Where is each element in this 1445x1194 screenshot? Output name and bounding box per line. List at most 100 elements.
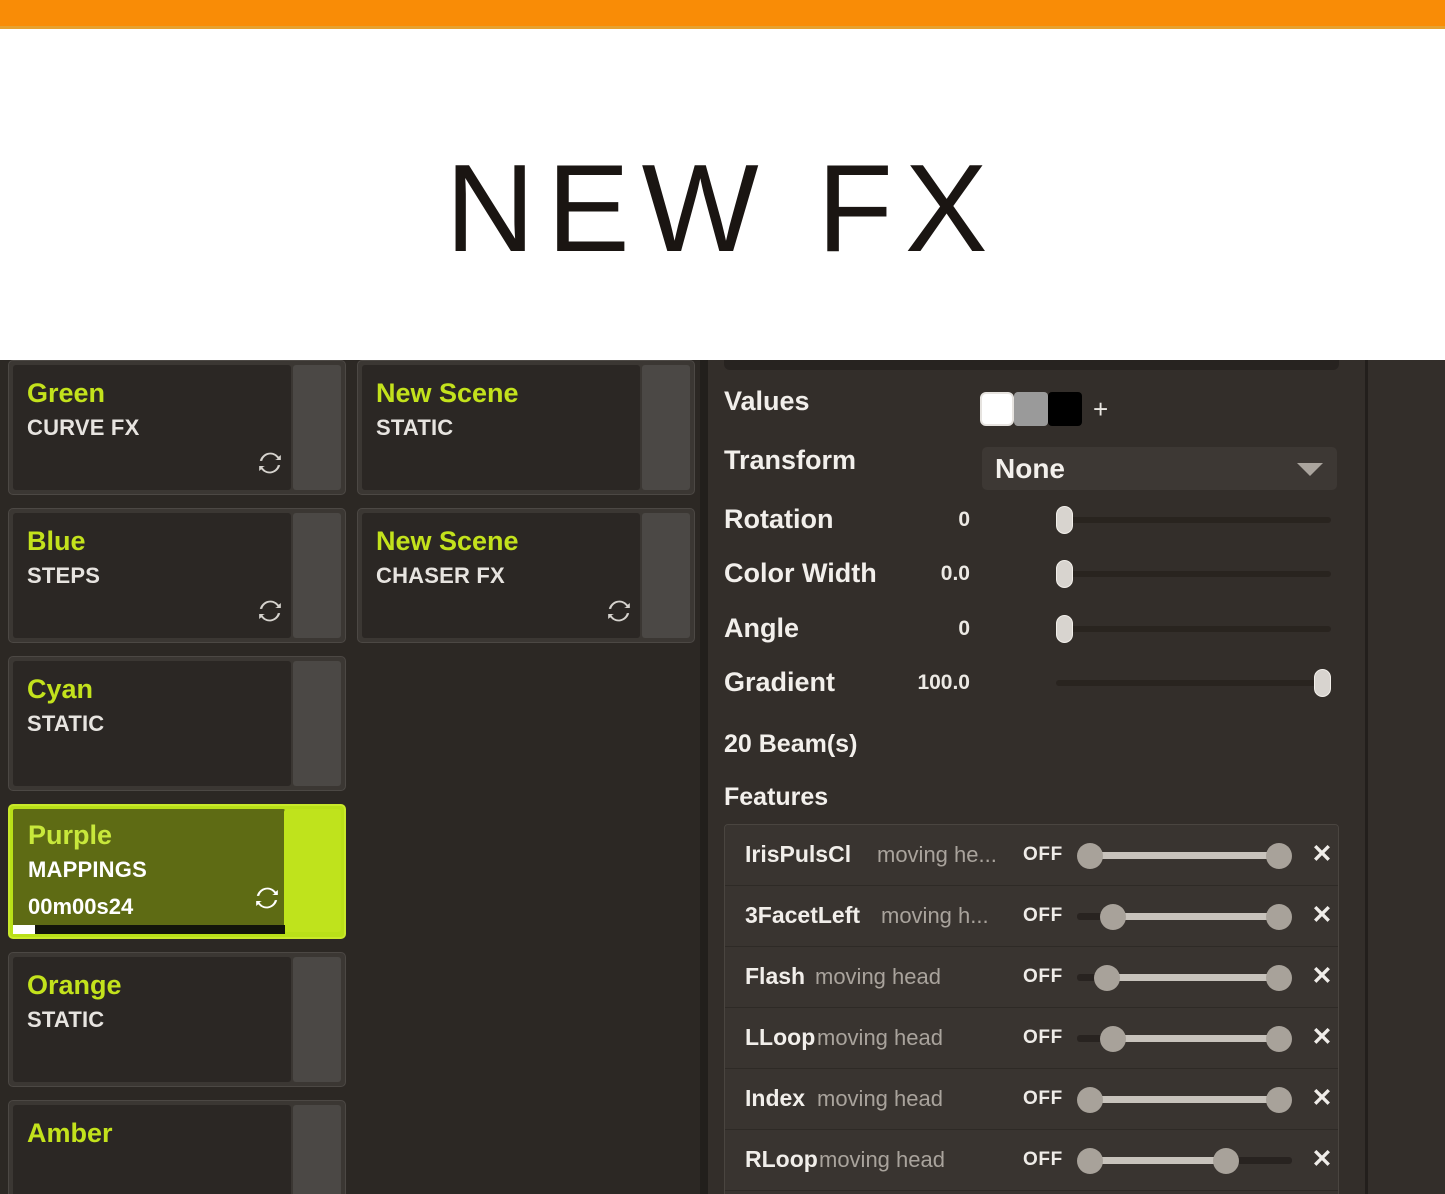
app-window: Green CURVE FX Blue STEPS Cyan STATIC Purple MA…	[0, 360, 1445, 1194]
scene-name: Green	[27, 378, 106, 408]
scene-card-strip[interactable]	[642, 513, 690, 638]
feature-state-badge[interactable]: OFF	[1023, 1088, 1063, 1110]
values-label: Values	[724, 386, 810, 416]
range-handle-min[interactable]	[1077, 843, 1103, 869]
close-icon[interactable]: ✕	[1309, 962, 1335, 990]
range-handle-min[interactable]	[1094, 965, 1120, 991]
feature-row[interactable]: Flash moving head OFF ✕	[725, 947, 1338, 1008]
feature-row[interactable]: RLoop moving head OFF ✕	[725, 1130, 1338, 1191]
value-swatch[interactable]	[1014, 392, 1048, 426]
add-value-button[interactable]: +	[1093, 396, 1108, 422]
range-handle-max[interactable]	[1266, 1087, 1292, 1113]
feature-range-slider[interactable]	[1077, 901, 1292, 931]
feature-name: LLoop	[745, 1024, 816, 1050]
scene-card-strip[interactable]	[284, 809, 341, 932]
slider-control[interactable]	[1056, 560, 1331, 588]
scene-card[interactable]: Blue STEPS	[8, 508, 346, 643]
slider-control[interactable]	[1056, 615, 1331, 643]
scene-type: STATIC	[27, 1007, 105, 1032]
close-icon[interactable]: ✕	[1309, 901, 1335, 929]
scene-card-strip[interactable]	[293, 513, 341, 638]
feature-row[interactable]: 3FacetLeft moving h... OFF ✕	[725, 886, 1338, 947]
close-icon[interactable]: ✕	[1309, 1023, 1335, 1051]
feature-name: IrisPulsCl	[745, 841, 852, 867]
slider-handle[interactable]	[1056, 506, 1073, 534]
scene-card-strip[interactable]	[293, 661, 341, 786]
scene-card[interactable]: Cyan STATIC	[8, 656, 346, 791]
scene-name: Purple	[28, 820, 113, 850]
feature-range-slider[interactable]	[1077, 1023, 1292, 1053]
slider-label: Rotation	[724, 504, 834, 534]
scene-card[interactable]: Orange STATIC	[8, 952, 346, 1087]
close-icon[interactable]: ✕	[1309, 840, 1335, 868]
range-handle-max[interactable]	[1266, 965, 1292, 991]
feature-range-slider[interactable]	[1077, 840, 1292, 870]
feature-state-badge[interactable]: OFF	[1023, 844, 1063, 866]
screenshot-root: NEW FX Green CURVE FX Blue STEPS Cyan STATIC P…	[0, 0, 1445, 1194]
scene-card[interactable]: New Scene CHASER FX	[357, 508, 695, 643]
slider-value: 100.0	[917, 671, 970, 694]
range-handle-max[interactable]	[1266, 904, 1292, 930]
feature-state-badge[interactable]: OFF	[1023, 1149, 1063, 1171]
page-title: NEW FX	[445, 140, 1000, 278]
scene-card-strip[interactable]	[293, 365, 341, 490]
range-handle-min[interactable]	[1099, 904, 1126, 930]
slider-value: 0.0	[940, 562, 970, 585]
feature-range-slider[interactable]	[1077, 962, 1292, 992]
slider-label: Angle	[724, 613, 800, 643]
feature-row[interactable]: Index moving head OFF ✕	[725, 1069, 1338, 1130]
range-fill	[1112, 1035, 1279, 1042]
range-handle-min[interactable]	[1077, 1087, 1103, 1113]
features-label: Features	[724, 783, 829, 811]
slider-label: Color Width	[724, 558, 877, 588]
scene-column-right: New Scene STATIC New Scene CHASER FX	[352, 360, 698, 1194]
loop-icon[interactable]	[257, 450, 283, 476]
feature-fixture: moving h...	[881, 903, 989, 928]
slider-track	[1056, 626, 1331, 632]
scene-card-selected[interactable]: Purple MAPPINGS 00m00s24	[8, 804, 346, 939]
feature-row[interactable]: IrisPulsCl moving he... OFF ✕	[725, 825, 1338, 886]
scene-type: CHASER FX	[376, 563, 505, 588]
value-swatch[interactable]	[980, 392, 1014, 426]
close-icon[interactable]: ✕	[1309, 1084, 1335, 1112]
slider-control[interactable]	[1056, 669, 1331, 697]
loop-icon[interactable]	[606, 598, 632, 624]
range-handle-max[interactable]	[1266, 1026, 1292, 1052]
values-swatches[interactable]: +	[980, 392, 1108, 426]
pane-divider	[700, 360, 708, 1194]
feature-state-badge[interactable]: OFF	[1023, 966, 1063, 988]
range-handle-max[interactable]	[1213, 1148, 1240, 1174]
slider-control[interactable]	[1056, 506, 1331, 534]
feature-state-badge[interactable]: OFF	[1023, 905, 1063, 927]
scene-card[interactable]: Amber	[8, 1100, 346, 1194]
scene-card[interactable]: New Scene STATIC	[357, 360, 695, 495]
value-swatch[interactable]	[1048, 392, 1082, 426]
scene-progress-track	[13, 925, 285, 934]
scene-card[interactable]: Green CURVE FX	[8, 360, 346, 495]
range-handle-min[interactable]	[1099, 1026, 1126, 1052]
slider-handle[interactable]	[1056, 560, 1073, 588]
range-handle-max[interactable]	[1266, 843, 1292, 869]
scene-card-strip[interactable]	[293, 1105, 341, 1194]
feature-range-slider[interactable]	[1077, 1145, 1292, 1175]
range-handle-min[interactable]	[1077, 1148, 1103, 1174]
transform-select[interactable]: None	[982, 447, 1337, 490]
slider-handle[interactable]	[1314, 669, 1331, 697]
scene-name: New Scene	[376, 378, 519, 408]
feature-name: Index	[745, 1085, 806, 1111]
scene-type: CURVE FX	[27, 415, 140, 440]
loop-icon[interactable]	[254, 885, 280, 911]
slider-handle[interactable]	[1056, 615, 1073, 643]
scene-card-strip[interactable]	[642, 365, 690, 490]
loop-icon[interactable]	[257, 598, 283, 624]
chevron-down-icon	[1297, 463, 1323, 476]
scene-type: STATIC	[27, 711, 105, 736]
slider-value: 0	[958, 508, 970, 531]
feature-row[interactable]: LLoop moving head OFF ✕	[725, 1008, 1338, 1069]
feature-state-badge[interactable]: OFF	[1023, 1027, 1063, 1049]
cut-off-field-above	[724, 360, 1339, 370]
transform-selected-value: None	[995, 453, 1065, 484]
feature-range-slider[interactable]	[1077, 1084, 1292, 1114]
close-icon[interactable]: ✕	[1309, 1145, 1335, 1173]
scene-card-strip[interactable]	[293, 957, 341, 1082]
